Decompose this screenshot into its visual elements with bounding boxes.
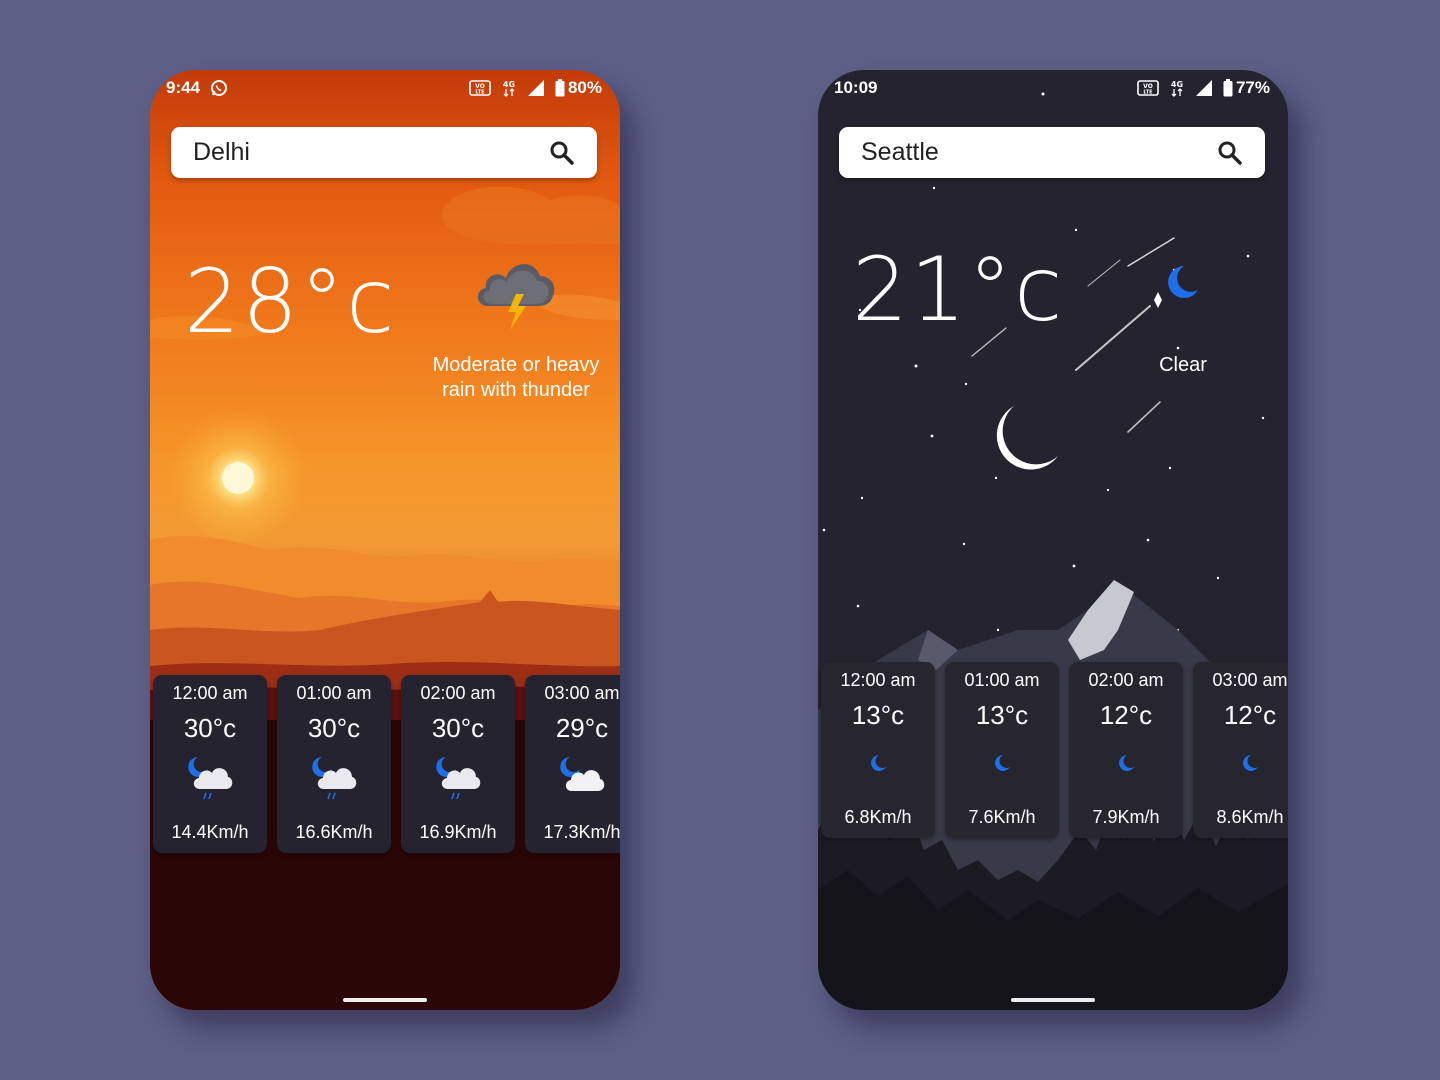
moon-cloud-icon bbox=[558, 755, 606, 808]
svg-text:4G: 4G bbox=[1171, 80, 1183, 89]
battery-icon bbox=[555, 79, 565, 97]
hour-wind-speed: 6.8Km/h bbox=[844, 807, 912, 827]
hour-wind-speed: 8.6Km/h bbox=[1216, 807, 1284, 827]
moon-cloud-rain-icon bbox=[310, 755, 358, 808]
hour-wind-speed: 14.4Km/h bbox=[171, 822, 249, 842]
search-icon[interactable] bbox=[1217, 140, 1243, 166]
hour-temperature: 12°c bbox=[1099, 700, 1153, 730]
hour-temperature: 13°c bbox=[851, 700, 905, 730]
hour-wind-speed: 7.9Km/h bbox=[1092, 807, 1160, 827]
hour-wind-speed: 16.9Km/h bbox=[419, 822, 497, 842]
city-search-bar[interactable] bbox=[839, 127, 1265, 178]
network-4g-icon: 4G bbox=[1169, 79, 1185, 97]
hour-time: 03:00 am bbox=[544, 683, 620, 703]
battery-icon bbox=[1223, 79, 1233, 97]
hour-temperature: 30°c bbox=[307, 713, 361, 743]
phone-screen-seattle: 10:09 VOLTE 4G 77% 21°c bbox=[818, 70, 1288, 1010]
status-time: 10:09 bbox=[834, 78, 878, 97]
thunder-cloud-icon bbox=[472, 248, 558, 337]
hour-temperature: 12°c bbox=[1223, 700, 1277, 730]
moon-icon bbox=[1117, 754, 1135, 777]
hourly-forecast-list[interactable]: 12:00 am 30°c 14.4Km/h 01:00 am 30°c 16.… bbox=[153, 675, 620, 853]
hourly-card[interactable]: 01:00 am 13°c 7.6Km/h bbox=[945, 662, 1059, 838]
phone-screen-delhi: 9:44 VO LTE 4G 80% Delhi 28°c Moderate o… bbox=[150, 70, 620, 1010]
weather-condition: Clear bbox=[1159, 354, 1207, 376]
hour-time: 01:00 am bbox=[964, 670, 1040, 690]
hour-wind-speed: 16.6Km/h bbox=[295, 822, 373, 842]
home-indicator[interactable] bbox=[343, 998, 427, 1002]
hour-temperature: 30°c bbox=[183, 713, 237, 743]
hour-temperature: 29°c bbox=[555, 713, 609, 743]
svg-text:LTE: LTE bbox=[475, 90, 485, 96]
hourly-card[interactable]: 03:00 am 29°c 17.3Km/h bbox=[525, 675, 620, 853]
hourly-card[interactable]: 12:00 am 30°c 14.4Km/h bbox=[153, 675, 267, 853]
whatsapp-icon bbox=[210, 79, 228, 97]
weather-condition: Moderate or heavy rain with thunder bbox=[432, 354, 600, 401]
moon-icon bbox=[869, 754, 887, 777]
city-search-input[interactable] bbox=[193, 138, 549, 167]
svg-text:4G: 4G bbox=[503, 80, 515, 89]
hour-time: 12:00 am bbox=[840, 670, 916, 690]
city-search-input[interactable] bbox=[861, 138, 1217, 167]
hourly-card[interactable]: 02:00 am 12°c 7.9Km/h bbox=[1069, 662, 1183, 838]
moon-cloud-rain-icon bbox=[186, 755, 234, 808]
status-bar: 10:09 VO LTE 4G 77% bbox=[834, 74, 1270, 102]
volte-icon: VO LTE bbox=[1137, 80, 1159, 96]
hour-time: 02:00 am bbox=[1088, 670, 1164, 690]
moon-icon bbox=[1162, 262, 1202, 307]
hour-wind-speed: 7.6Km/h bbox=[968, 807, 1036, 827]
hourly-forecast-list[interactable]: 12:00 am 13°c 6.8Km/h 01:00 am 13°c 7.6K… bbox=[821, 662, 1288, 838]
hour-time: 01:00 am bbox=[296, 683, 372, 703]
current-temperature: 21°c bbox=[852, 238, 1065, 341]
city-search-bar[interactable] bbox=[171, 127, 597, 178]
status-bar: 9:44 VO LTE 4G 80% bbox=[166, 74, 602, 102]
search-icon[interactable] bbox=[549, 140, 575, 166]
current-temperature: 28°c bbox=[184, 250, 397, 353]
sunset-background bbox=[150, 186, 620, 1010]
hour-time: 12:00 am bbox=[172, 683, 248, 703]
network-4g-icon: 4G bbox=[501, 79, 517, 97]
night-sky-background bbox=[818, 92, 1288, 1010]
hourly-card[interactable]: 02:00 am 30°c 16.9Km/h bbox=[401, 675, 515, 853]
signal-icon bbox=[527, 79, 545, 97]
moon-icon bbox=[993, 754, 1011, 777]
moon-icon bbox=[1241, 754, 1259, 777]
hour-temperature: 30°c bbox=[431, 713, 485, 743]
signal-icon bbox=[1195, 79, 1213, 97]
battery-level: 77% bbox=[1235, 78, 1270, 97]
hour-wind-speed: 17.3Km/h bbox=[543, 822, 620, 842]
home-indicator[interactable] bbox=[1011, 998, 1095, 1002]
hourly-card[interactable]: 03:00 am 12°c 8.6Km/h bbox=[1193, 662, 1288, 838]
hour-time: 03:00 am bbox=[1212, 670, 1288, 690]
svg-text:LTE: LTE bbox=[1143, 90, 1153, 96]
hour-time: 02:00 am bbox=[420, 683, 496, 703]
hourly-card[interactable]: 01:00 am 30°c 16.6Km/h bbox=[277, 675, 391, 853]
battery-level: 80% bbox=[567, 78, 602, 97]
hour-temperature: 13°c bbox=[975, 700, 1029, 730]
hourly-card[interactable]: 12:00 am 13°c 6.8Km/h bbox=[821, 662, 935, 838]
moon-cloud-rain-icon bbox=[434, 755, 482, 808]
status-time: 9:44 bbox=[166, 78, 201, 97]
volte-icon: VO LTE bbox=[469, 80, 491, 96]
